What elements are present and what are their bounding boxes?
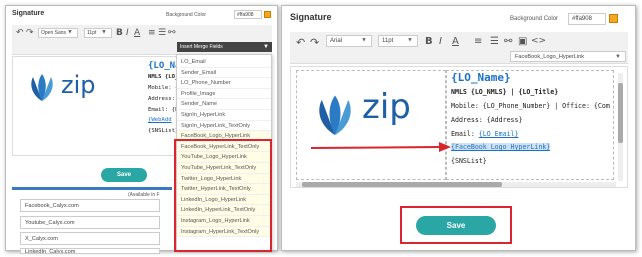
insert-merge-fields-select[interactable]: FaceBook_Logo_HyperLink ▼ bbox=[510, 51, 626, 62]
merge-field-item[interactable]: SignIn_HyperLink_TextOnly bbox=[177, 121, 271, 132]
signature-title: Signature bbox=[12, 10, 45, 17]
font-size-select[interactable]: 11pt ▼ bbox=[84, 28, 112, 38]
merge-field-item[interactable]: LO_Email bbox=[177, 57, 271, 68]
sig-web: {WebAdd bbox=[148, 117, 172, 123]
background-color-input[interactable]: #ffa908 bbox=[568, 13, 606, 25]
background-color-swatch[interactable] bbox=[609, 14, 618, 23]
redo-icon[interactable]: ↷ bbox=[310, 37, 319, 48]
font-family-select[interactable]: Open Sans ▼ bbox=[38, 28, 78, 38]
background-color-label: Background Color bbox=[166, 12, 207, 18]
chevron-down-icon: ▼ bbox=[615, 53, 621, 60]
image-icon[interactable]: ▣ bbox=[518, 37, 527, 47]
right-signature-panel: Signature Background Color #ffa908 ↶ ↷ A… bbox=[281, 5, 636, 251]
background-color-label: Background Color bbox=[510, 16, 559, 22]
divider bbox=[12, 187, 172, 190]
chevron-down-icon: ▼ bbox=[263, 44, 269, 50]
merge-field-item[interactable]: LO_Phone_Number bbox=[177, 78, 271, 89]
left-signature-panel: Signature Background Color #ffa908 ↶ ↷ O… bbox=[5, 5, 278, 254]
align-icon[interactable]: ≡ bbox=[474, 37, 482, 47]
redo-icon[interactable]: ↷ bbox=[26, 29, 34, 38]
signature-title: Signature bbox=[290, 12, 332, 22]
text-color-icon[interactable]: A bbox=[134, 29, 140, 38]
link-icon[interactable]: ⚯ bbox=[504, 37, 512, 47]
text-color-icon[interactable]: A bbox=[452, 37, 459, 47]
logo-icon bbox=[31, 74, 53, 101]
x-field[interactable]: X_Calyx.com bbox=[20, 232, 160, 245]
insert-merge-fields-select[interactable]: Insert Merge Fields ▼ bbox=[177, 42, 272, 52]
youtube-field[interactable]: Youtube_Calyx.com bbox=[20, 216, 160, 229]
background-color-input[interactable]: #ffa908 bbox=[234, 10, 262, 19]
merge-field-item[interactable]: SignIn_HyperLink bbox=[177, 110, 271, 121]
list-icon[interactable]: ☰ bbox=[158, 29, 166, 38]
highlight-box bbox=[174, 139, 272, 252]
editor-toolbar: ↶ ↷ Arial ▼ 11pt ▼ B I A ≡ ☰ ⚯ ▣ <> FaceBo… bbox=[290, 32, 628, 64]
save-button[interactable]: Save bbox=[101, 168, 147, 182]
undo-icon[interactable]: ↶ bbox=[296, 37, 305, 48]
merge-field-item[interactable]: Sender_Email bbox=[177, 68, 271, 79]
linkedin-field[interactable]: LinkedIn_Calyx.com bbox=[20, 248, 160, 254]
chevron-down-icon: ▼ bbox=[67, 29, 73, 36]
undo-icon[interactable]: ↶ bbox=[16, 29, 24, 38]
chevron-down-icon: ▼ bbox=[407, 37, 413, 44]
bold-icon[interactable]: B bbox=[116, 29, 123, 38]
facebook-field[interactable]: Facebook_Calyx.com bbox=[20, 199, 160, 212]
logo-text: zip bbox=[61, 71, 96, 99]
available-note: (Available in F bbox=[128, 192, 160, 198]
italic-icon[interactable]: I bbox=[439, 37, 442, 47]
font-size-select[interactable]: 11pt ▼ bbox=[378, 35, 418, 47]
bold-icon[interactable]: B bbox=[425, 37, 433, 47]
background-color-swatch[interactable] bbox=[264, 11, 271, 18]
link-icon[interactable]: ⚯ bbox=[168, 29, 176, 38]
merge-field-item[interactable]: Sender_Name bbox=[177, 99, 271, 110]
signature-editor[interactable]: zip {LO_Name} NMLS {LO_NMLS} | {LO_Title… bbox=[290, 66, 628, 188]
font-family-select[interactable]: Arial ▼ bbox=[326, 35, 372, 47]
chevron-down-icon: ▼ bbox=[101, 29, 107, 36]
sig-sns: {SNSList} bbox=[148, 128, 179, 134]
editor-toolbar: ↶ ↷ Open Sans ▼ 11pt ▼ B I A ≡ ☰ ⚯ Insert … bbox=[12, 25, 272, 55]
italic-icon[interactable]: I bbox=[126, 29, 129, 38]
list-icon[interactable]: ☰ bbox=[490, 37, 499, 47]
arrow-icon bbox=[310, 142, 451, 152]
save-button[interactable]: Save bbox=[416, 216, 496, 235]
align-icon[interactable]: ≡ bbox=[148, 29, 156, 38]
code-icon[interactable]: <> bbox=[531, 37, 546, 46]
merge-field-item[interactable]: Profile_Image bbox=[177, 89, 271, 100]
chevron-down-icon: ▼ bbox=[361, 37, 367, 44]
